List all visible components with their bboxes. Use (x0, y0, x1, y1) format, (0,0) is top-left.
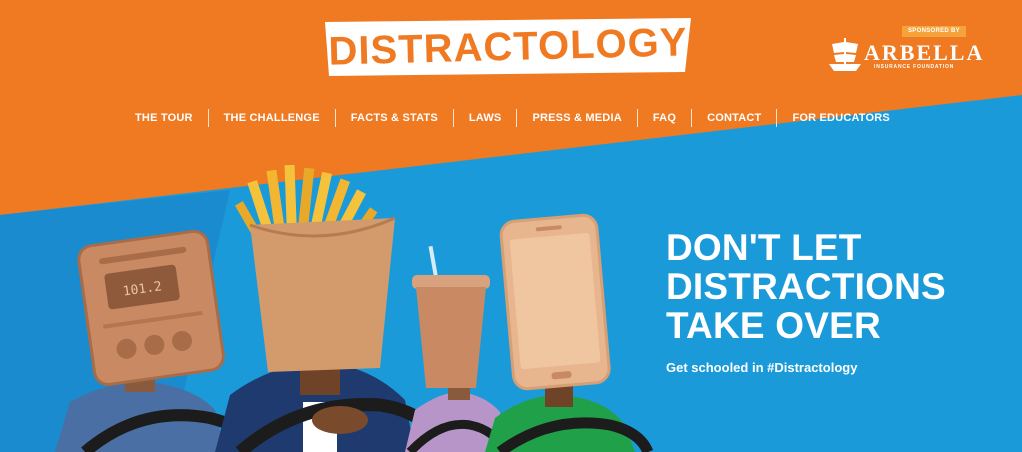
nav-item-the-challenge[interactable]: THE CHALLENGE (209, 108, 335, 128)
nav-item-for-educators[interactable]: FOR EDUCATORS (777, 108, 905, 128)
person-phone-head (485, 213, 654, 452)
hero-headline: DON'T LET DISTRACTIONS TAKE OVER (666, 228, 1006, 345)
headline-line: DISTRACTIONS (666, 266, 946, 307)
headline-line: TAKE OVER (666, 305, 881, 346)
sponsor-name: ARBELLA (864, 40, 985, 65)
site-logo[interactable]: DISTRACTOLOGY (323, 18, 693, 76)
nav-item-facts-stats[interactable]: FACTS & STATS (336, 108, 453, 128)
headline-line: DON'T LET (666, 227, 862, 268)
cup-icon (412, 245, 490, 388)
nav-item-the-tour[interactable]: THE TOUR (120, 108, 208, 128)
main-nav: THE TOUR THE CHALLENGE FACTS & STATS LAW… (120, 108, 905, 128)
nav-item-contact[interactable]: CONTACT (692, 108, 776, 128)
nav-item-laws[interactable]: LAWS (454, 108, 517, 128)
fries-icon (235, 164, 396, 372)
logo-text: DISTRACTOLOGY (328, 19, 688, 74)
ship-icon (829, 38, 861, 71)
nav-item-faq[interactable]: FAQ (638, 108, 691, 128)
hero-subline[interactable]: Get schooled in #Distractology (666, 360, 857, 375)
sponsor-badge: SPONSORED BY (902, 26, 966, 37)
hero-page: 101.2 DISTRACTOLOGY SPONSORED BY ARBELLA… (0, 0, 1022, 452)
person-cup-head (405, 245, 510, 452)
phone-icon (499, 213, 611, 391)
sponsor-subtitle: INSURANCE FOUNDATION (874, 64, 955, 70)
nav-item-press-media[interactable]: PRESS & MEDIA (517, 108, 636, 128)
radio-icon: 101.2 (77, 229, 225, 386)
sponsor-logo[interactable]: SPONSORED BY ARBELLA INSURANCE FOUNDATIO… (828, 26, 998, 76)
person-fries-head (215, 164, 452, 452)
